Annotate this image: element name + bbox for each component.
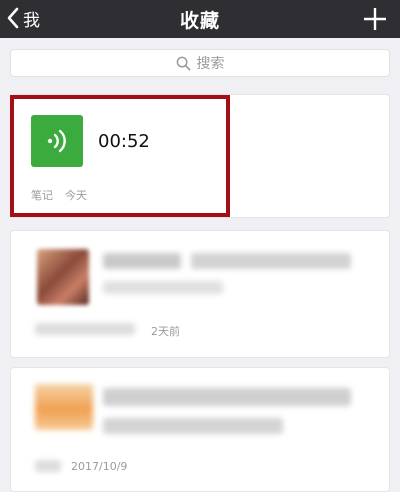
blurred-source <box>35 323 135 335</box>
thumbnail-image <box>35 384 93 430</box>
voice-duration: 00:52 <box>98 131 150 152</box>
plus-icon[interactable] <box>362 6 388 32</box>
item-time: 2天前 <box>151 325 180 338</box>
blurred-text <box>191 253 351 269</box>
item-type: 笔记 <box>31 189 53 202</box>
search-placeholder: 搜索 <box>196 56 225 72</box>
blurred-text <box>103 253 181 269</box>
item-time: 今天 <box>65 189 87 202</box>
search-bar-container: 搜索 <box>0 38 400 86</box>
favorite-item-voice-note[interactable]: 00:52 笔记 今天 <box>10 94 390 218</box>
navbar: 我 收藏 <box>0 0 400 38</box>
blurred-text <box>103 281 223 294</box>
page-title: 收藏 <box>179 10 220 32</box>
thumbnail-image <box>37 249 89 305</box>
item-meta: 笔记 今天 <box>31 187 87 203</box>
blurred-text <box>103 418 283 434</box>
search-input[interactable]: 搜索 <box>10 49 390 77</box>
favorite-item[interactable]: 2017/10/9 <box>10 367 390 492</box>
favorite-item[interactable]: 2天前 <box>10 230 390 358</box>
voice-icon <box>31 115 83 167</box>
blurred-source <box>35 460 61 472</box>
search-icon <box>176 56 190 70</box>
item-time: 2017/10/9 <box>71 460 128 473</box>
blurred-text <box>103 388 351 406</box>
